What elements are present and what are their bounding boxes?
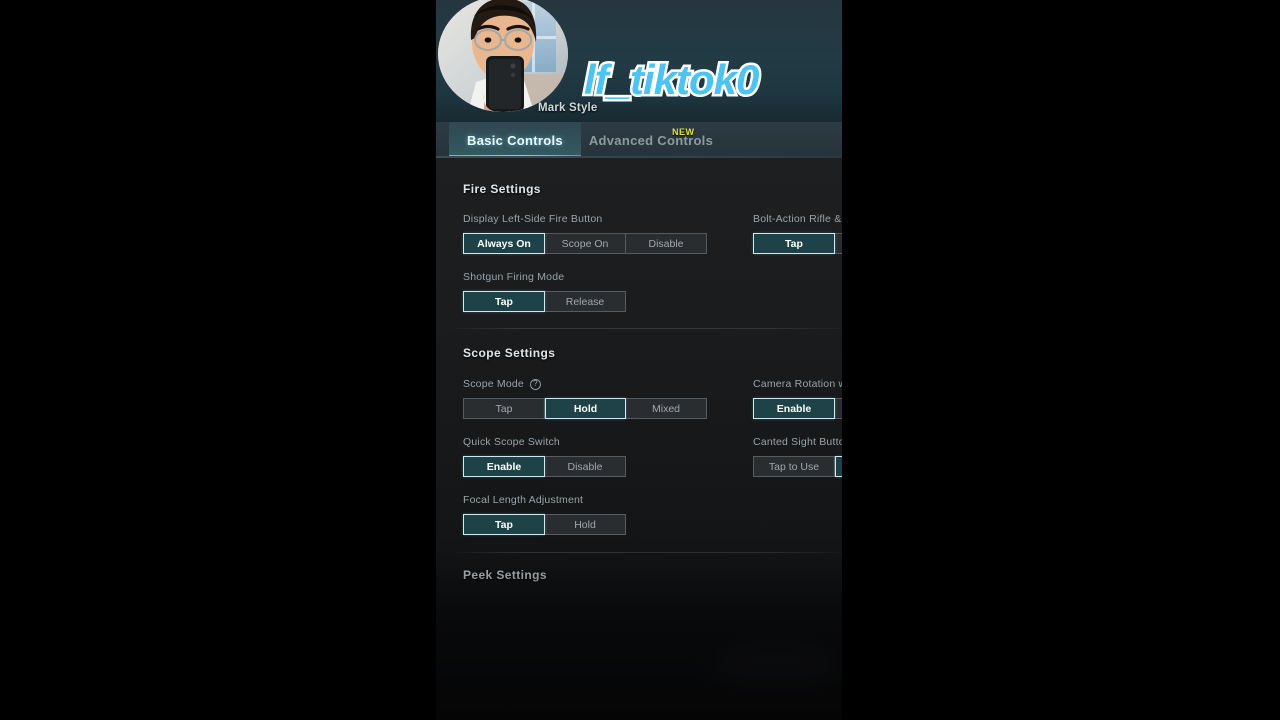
option-tap-to-use[interactable]: Tap to Use (753, 456, 835, 477)
section-title-peek-settings: Peek Settings (463, 568, 547, 582)
option-tap-shotgun[interactable]: Tap (463, 291, 545, 312)
option-clipped-canted-sight[interactable] (835, 456, 842, 477)
vertical-video-frame: Mark Style Basic Controls Advanced Contr… (436, 0, 842, 720)
field-label-scope-mode-text: Scope Mode (463, 378, 524, 390)
section-divider-2 (454, 552, 842, 553)
tab-basic-controls-label: Basic Controls (467, 132, 563, 148)
option-hold-scope-mode[interactable]: Hold (545, 398, 626, 419)
new-badge: NEW (672, 127, 695, 137)
option-enable-camera-rotation[interactable]: Enable (753, 398, 835, 419)
field-label-shotgun-firing-mode: Shotgun Firing Mode (463, 271, 565, 283)
option-scope-on[interactable]: Scope On (545, 233, 626, 254)
segmented-quick-scope-switch[interactable]: Enable Disable (463, 456, 626, 477)
segmented-shotgun-firing-mode[interactable]: Tap Release (463, 291, 626, 312)
background-glow (711, 648, 841, 690)
segmented-canted-sight-button[interactable]: Tap to Use (753, 456, 842, 477)
segmented-camera-rotation[interactable]: Enable (753, 398, 842, 419)
segmented-focal-length-adjustment[interactable]: Tap Hold (463, 514, 626, 535)
option-release-shotgun[interactable]: Release (545, 291, 626, 312)
field-label-display-left-side-fire-button: Display Left-Side Fire Button (463, 213, 603, 225)
segmented-scope-mode[interactable]: Tap Hold Mixed (463, 398, 707, 419)
controls-tab-bar[interactable]: Basic Controls Advanced Controls NEW (436, 122, 842, 158)
nickname-overlay: lf_tiktok0 (581, 54, 761, 106)
segmented-display-left-side-fire-button[interactable]: Always On Scope On Disable (463, 233, 707, 254)
field-label-scope-mode: Scope Mode ? (463, 378, 541, 390)
question-mark-icon[interactable]: ? (529, 378, 541, 390)
option-disable-quick-scope[interactable]: Disable (545, 456, 626, 477)
settings-scroll-body[interactable]: Fire Settings Display Left-Side Fire But… (436, 158, 842, 720)
tab-advanced-controls[interactable]: Advanced Controls (583, 122, 719, 158)
option-enable-quick-scope[interactable]: Enable (463, 456, 545, 477)
section-title-fire-settings: Fire Settings (463, 182, 541, 196)
avatar (438, 0, 568, 112)
option-disable[interactable]: Disable (626, 233, 707, 254)
screen-root: Mark Style Basic Controls Advanced Contr… (0, 0, 1280, 720)
field-label-focal-length-adjustment: Focal Length Adjustment (463, 494, 584, 506)
option-hold-focal-length[interactable]: Hold (545, 514, 626, 535)
option-tap-scope-mode[interactable]: Tap (463, 398, 545, 419)
option-tap-bolt-action[interactable]: Tap (753, 233, 835, 254)
option-clipped-camera-rotation[interactable] (835, 398, 842, 419)
option-tap-focal-length[interactable]: Tap (463, 514, 545, 535)
field-label-canted-sight-button: Canted Sight Button (753, 436, 842, 448)
section-title-scope-settings: Scope Settings (463, 346, 556, 360)
segmented-bolt-action-rifle[interactable]: Tap (753, 233, 842, 254)
field-label-bolt-action-rifle: Bolt-Action Rifle & Cr (753, 213, 842, 225)
option-mixed-scope-mode[interactable]: Mixed (626, 398, 707, 419)
option-clipped-bolt-action[interactable] (835, 233, 842, 254)
field-label-quick-scope-switch: Quick Scope Switch (463, 436, 560, 448)
field-label-camera-rotation: Camera Rotation whil (753, 378, 842, 390)
tab-basic-controls[interactable]: Basic Controls (449, 122, 581, 158)
section-divider-1 (454, 328, 842, 329)
option-always-on[interactable]: Always On (463, 233, 545, 254)
